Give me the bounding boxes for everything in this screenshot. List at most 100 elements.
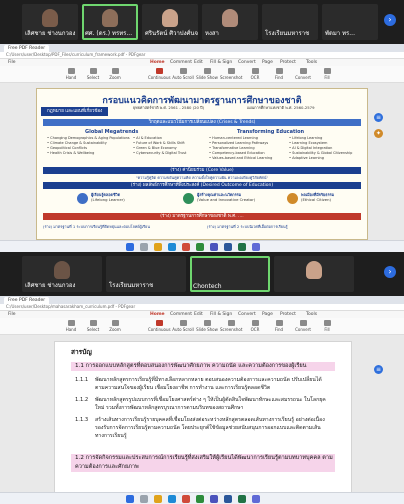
menu-convert[interactable]: Convert	[238, 59, 256, 66]
menu-fill-sign[interactable]: Fill & Sign	[210, 59, 232, 66]
hand-tool-button[interactable]: Hand	[60, 68, 82, 80]
participant-tile[interactable]: เลิศชาย ช่างนกวอง	[22, 4, 78, 40]
participant-tile[interactable]: พัดมา ทร...	[322, 4, 378, 40]
edge-icon[interactable]	[168, 495, 176, 503]
menu-tools[interactable]: Tools	[306, 311, 317, 318]
app-icon[interactable]	[252, 243, 260, 251]
convert-button[interactable]: Convert	[292, 68, 314, 80]
continuous-view-button[interactable]: Continuous	[148, 320, 171, 332]
convert-icon	[299, 320, 307, 326]
title-bar: C:/Users/user/Desktop/PDF_Files/curricul…	[0, 52, 404, 59]
participant-name: Chontech	[193, 283, 222, 290]
chrome-icon[interactable]	[196, 243, 204, 251]
hand-tool-button[interactable]: Hand	[60, 320, 82, 332]
edge-icon[interactable]	[168, 243, 176, 251]
participant-tile[interactable]: เลิศชาย ช่างนกวอง	[22, 256, 102, 292]
menu-file[interactable]: File	[8, 59, 16, 66]
find-button[interactable]: Find	[268, 320, 290, 332]
menu-edit[interactable]: Edit	[194, 311, 203, 318]
outcome-sub: (Ethical Citizen)	[301, 197, 331, 202]
menu-comment[interactable]: Comment	[170, 311, 192, 318]
find-button[interactable]: Find	[268, 68, 290, 80]
document-viewport[interactable]: สารบัญ 1.1 การออกแบบหลักสูตรที่ตอบสนองกา…	[0, 335, 404, 495]
ocr-icon	[251, 68, 259, 74]
teams-icon[interactable]	[210, 243, 218, 251]
search-icon[interactable]	[140, 495, 148, 503]
chrome-icon[interactable]	[196, 495, 204, 503]
next-participants-icon[interactable]: ›	[384, 266, 396, 278]
participant-tile[interactable]: ศรินรัตน์ ศิวาปงศ์นจน์	[142, 4, 198, 40]
camera-icon	[227, 68, 235, 74]
screenshot-button[interactable]: Screenshot	[220, 68, 242, 80]
document-viewport[interactable]: กรอบแนวคิดการพัฒนามาตรฐานการศึกษาของชาติ…	[0, 83, 404, 241]
participant-tile[interactable]: หงสา	[202, 4, 258, 40]
next-participants-icon[interactable]: ›	[384, 14, 396, 26]
participant-tile[interactable]	[274, 256, 354, 292]
learner-icon	[77, 193, 88, 204]
tab-pdf-reader[interactable]: Free PDF Reader	[4, 297, 50, 304]
ai-assistant-icon[interactable]: ✦	[374, 129, 383, 138]
excel-icon[interactable]	[238, 495, 246, 503]
screenshot-button[interactable]: Screenshot	[220, 320, 242, 332]
menu-tools[interactable]: Tools	[306, 59, 317, 66]
menu-page[interactable]: Page	[262, 59, 273, 66]
education-plan-text: แผนการศึกษาแห่งชาติ พ.ศ. 2560-2579	[247, 105, 315, 110]
pdf-app-icon[interactable]	[182, 243, 190, 251]
section-1-1-heading: 1.1 การออกแบบหลักสูตรที่ตอบสนองการพัฒนาศ…	[71, 362, 335, 371]
menu-file[interactable]: File	[8, 311, 16, 318]
auto-scroll-button[interactable]: Auto Scroll	[172, 320, 194, 332]
select-tool-button[interactable]: Select	[82, 68, 104, 80]
search-icon[interactable]	[140, 243, 148, 251]
participant-tile-active[interactable]: Chontech	[190, 256, 270, 292]
pdf-page: สารบัญ 1.1 การออกแบบหลักสูตรที่ตอบสนองกา…	[54, 341, 352, 495]
standard-1: (ร่าง) มาตรฐานที่ 1 ระบบการเรียนรู้ที่ยื…	[43, 224, 150, 229]
menu-protect[interactable]: Protect	[280, 311, 296, 318]
menu-home[interactable]: Home	[150, 59, 165, 66]
folder-icon[interactable]	[154, 243, 162, 251]
pdf-app-icon[interactable]	[182, 495, 190, 503]
fill-button[interactable]: Fill	[316, 68, 338, 80]
menu-home[interactable]: Home	[150, 311, 165, 318]
excel-icon[interactable]	[238, 243, 246, 251]
camera-icon	[227, 320, 235, 326]
menu-fill-sign[interactable]: Fill & Sign	[210, 311, 232, 318]
transform-item: • Adaptive Learning	[289, 156, 324, 160]
teams-icon[interactable]	[210, 495, 218, 503]
continuous-view-button[interactable]: Continuous	[148, 68, 171, 80]
citizen-icon	[287, 193, 298, 204]
menu-page[interactable]: Page	[262, 311, 273, 318]
ocr-button[interactable]: OCR	[244, 68, 266, 80]
participant-tile-active[interactable]: ศศ. (ดร.) ทรทร...	[82, 4, 138, 40]
law-ribbon: กฎหมาย และแผนที่เกี่ยวข้อง	[41, 107, 109, 116]
participant-tile[interactable]: โรงเรียนมหาราช	[106, 256, 186, 292]
zoom-tool-button[interactable]: Zoom	[104, 68, 126, 80]
zoom-tool-button[interactable]: Zoom	[104, 320, 126, 332]
word-icon[interactable]	[224, 243, 232, 251]
menu-protect[interactable]: Protect	[280, 59, 296, 66]
tab-pdf-reader[interactable]: Free PDF Reader	[4, 45, 50, 52]
folder-icon[interactable]	[154, 495, 162, 503]
word-icon[interactable]	[224, 495, 232, 503]
auto-scroll-button[interactable]: Auto Scroll	[172, 68, 194, 80]
menu-comment[interactable]: Comment	[170, 59, 192, 66]
standard-band: (ร่าง) มาตรฐานการศึกษาของชาติ พ.ศ. ....	[43, 213, 361, 220]
app-icon[interactable]	[252, 495, 260, 503]
slideshow-icon	[203, 68, 211, 74]
side-panel-icon[interactable]: ≡	[374, 365, 383, 374]
continuous-icon	[155, 68, 163, 74]
side-panel-icon[interactable]: ≡	[374, 113, 383, 122]
convert-button[interactable]: Convert	[292, 320, 314, 332]
slideshow-icon	[203, 320, 211, 326]
fill-button[interactable]: Fill	[316, 320, 338, 332]
start-icon[interactable]	[126, 495, 134, 503]
participant-tile[interactable]: โรงเรียนมหาราช	[262, 4, 318, 40]
ocr-button[interactable]: OCR	[244, 320, 266, 332]
poster-title: กรอบแนวคิดการพัฒนามาตรฐานการศึกษาของชาติ	[102, 96, 302, 106]
slide-show-button[interactable]: Slide Show	[196, 320, 218, 332]
start-icon[interactable]	[126, 243, 134, 251]
menu-convert[interactable]: Convert	[238, 311, 256, 318]
menu-edit[interactable]: Edit	[194, 59, 203, 66]
megatrend-item: • Cybersecurity & Digital Trust	[133, 151, 187, 155]
slide-show-button[interactable]: Slide Show	[196, 68, 218, 80]
select-tool-button[interactable]: Select	[82, 320, 104, 332]
